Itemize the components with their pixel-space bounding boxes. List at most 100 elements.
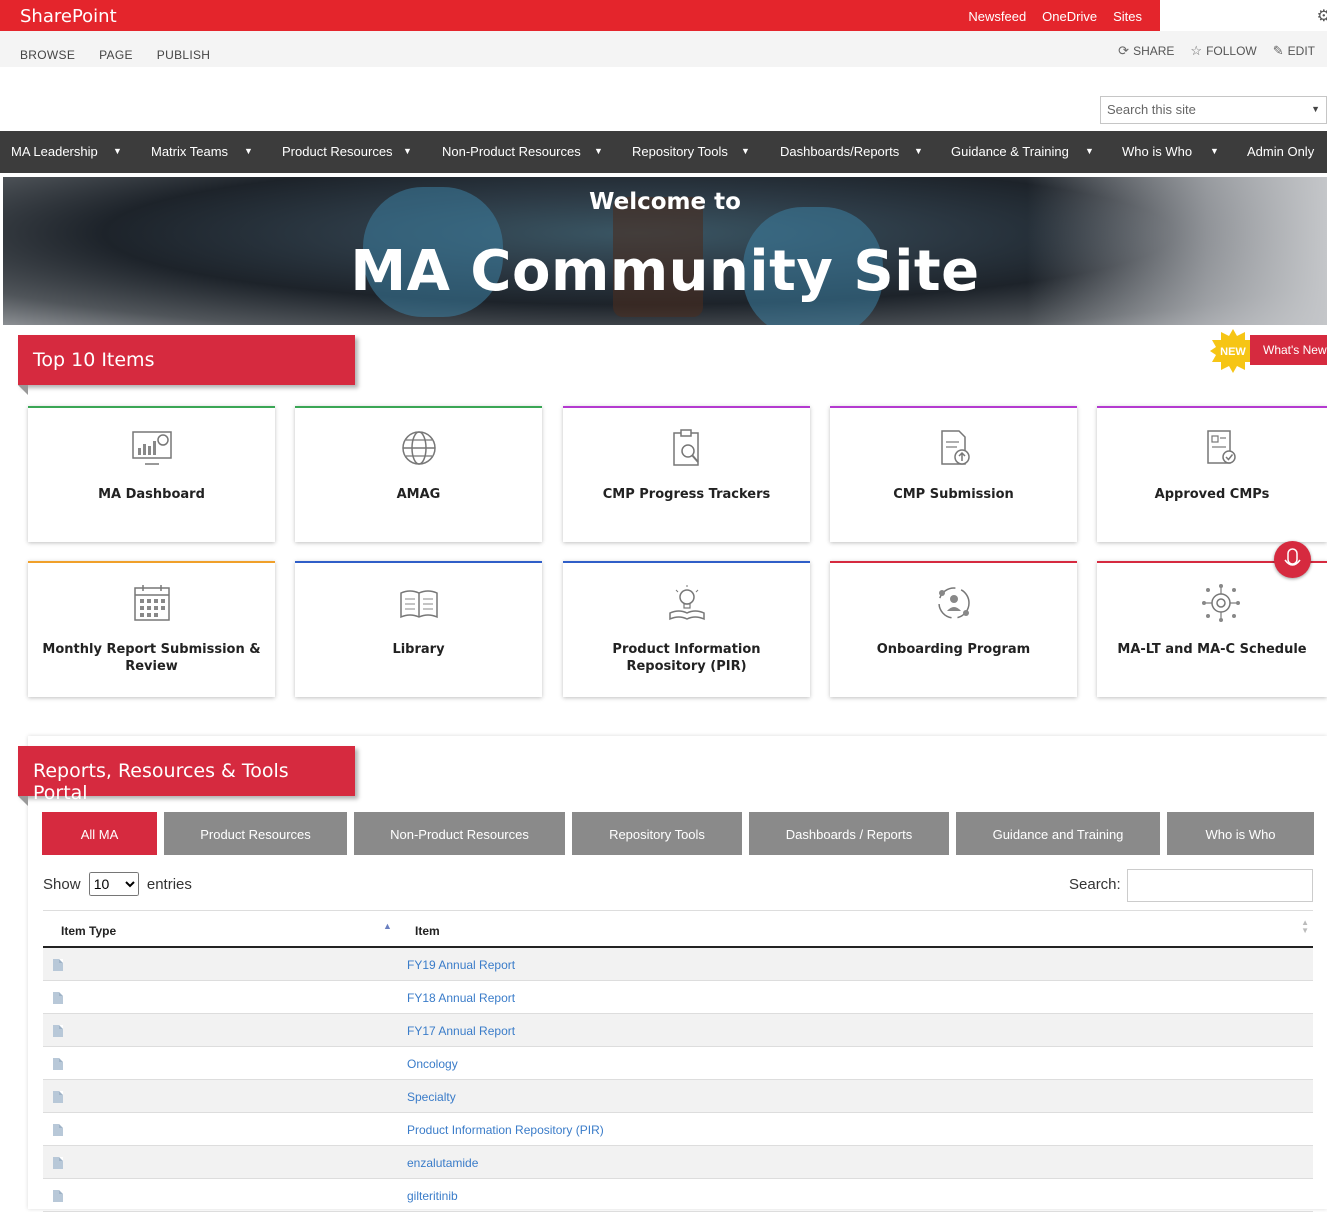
edit-button[interactable]: ✎ EDIT: [1273, 43, 1315, 59]
item-link[interactable]: Oncology: [407, 1057, 458, 1071]
dashboard-icon: [132, 431, 172, 465]
tile-monthly-report[interactable]: Monthly Report Submission & Review: [28, 561, 275, 697]
sort-ascending-icon[interactable]: ▲: [383, 921, 392, 931]
tile-label: Monthly Report Submission & Review: [42, 642, 261, 674]
onedrive-link[interactable]: OneDrive: [1042, 9, 1097, 24]
top10-heading: Top 10 Items: [18, 335, 355, 385]
column-header-item-type[interactable]: Item Type: [61, 924, 116, 938]
brand-logo[interactable]: SharePoint: [20, 6, 117, 27]
document-icon: [53, 992, 63, 1004]
page-length-select[interactable]: 10: [88, 872, 139, 896]
share-button[interactable]: ⟳ SHARE: [1118, 43, 1174, 59]
hero-welcome-text: Welcome to: [589, 189, 741, 215]
newsfeed-link[interactable]: Newsfeed: [968, 9, 1026, 24]
ribbon-tab-page[interactable]: PAGE: [99, 48, 133, 62]
chevron-down-icon[interactable]: ▼: [113, 146, 122, 156]
chevron-down-icon[interactable]: ▼: [594, 146, 603, 156]
sites-link[interactable]: Sites: [1113, 9, 1142, 24]
tile-approved-cmps[interactable]: Approved CMPs: [1097, 406, 1327, 542]
nav-item-admin-only[interactable]: Admin Only: [1247, 144, 1314, 159]
ribbon-tab-browse[interactable]: BROWSE: [20, 48, 75, 62]
table-row: FY17 Annual Report: [43, 1014, 1313, 1047]
item-link[interactable]: gilteritinib: [407, 1189, 458, 1203]
tile-pir[interactable]: Product Information Repository (PIR): [563, 561, 810, 697]
share-icon: ⟳: [1118, 43, 1130, 58]
chevron-down-icon[interactable]: ▼: [1210, 146, 1219, 156]
chevron-down-icon[interactable]: ▼: [914, 146, 923, 156]
globe-icon: [402, 431, 436, 465]
table-row: enzalutamide: [43, 1146, 1313, 1179]
item-link[interactable]: FY19 Annual Report: [407, 958, 515, 972]
whats-new-button[interactable]: What's New: [1250, 335, 1327, 365]
heading-fold: [18, 385, 28, 395]
table-row: Specialty: [43, 1080, 1313, 1113]
tab-all-ma[interactable]: All MA: [42, 812, 157, 855]
portal-heading: Reports, Resources & Tools Portal: [18, 746, 355, 804]
nav-item-product-resources[interactable]: Product Resources: [282, 144, 393, 159]
tab-product-resources[interactable]: Product Resources: [164, 812, 347, 855]
page-length-control: Show 10 entries: [43, 872, 192, 896]
suite-bar: SharePoint Newsfeed OneDrive Sites: [0, 0, 1160, 31]
table-search-input[interactable]: [1127, 869, 1313, 902]
voice-assistant-button[interactable]: [1274, 541, 1311, 578]
table-row: Oncology: [43, 1047, 1313, 1080]
chevron-down-icon[interactable]: ▼: [1085, 146, 1094, 156]
tab-non-product-resources[interactable]: Non-Product Resources: [354, 812, 565, 855]
chevron-down-icon[interactable]: ▼: [403, 146, 412, 156]
heading-fold: [18, 796, 28, 806]
document-icon: [53, 959, 63, 971]
nav-item-who-is-who[interactable]: Who is Who: [1122, 144, 1192, 159]
tab-guidance-training[interactable]: Guidance and Training: [956, 812, 1160, 855]
column-header-item[interactable]: Item: [415, 924, 440, 938]
document-icon: [53, 1025, 63, 1037]
tab-dashboards-reports[interactable]: Dashboards / Reports: [749, 812, 949, 855]
settings-gear-icon[interactable]: ⚙: [1317, 6, 1327, 26]
follow-button[interactable]: ☆ FOLLOW: [1190, 43, 1256, 59]
follow-label: FOLLOW: [1206, 44, 1257, 58]
chevron-down-icon[interactable]: ▼: [741, 146, 750, 156]
suite-links: Newsfeed OneDrive Sites: [968, 9, 1142, 24]
tile-amag[interactable]: AMAG: [295, 406, 542, 542]
document-icon: [53, 1058, 63, 1070]
tile-label: Product Information Repository (PIR): [612, 642, 761, 674]
lightbulb-book-icon: [669, 585, 705, 621]
item-link[interactable]: Product Information Repository (PIR): [407, 1123, 604, 1137]
ribbon-tab-publish[interactable]: PUBLISH: [157, 48, 210, 62]
share-label: SHARE: [1133, 44, 1175, 58]
nav-item-matrix-teams[interactable]: Matrix Teams: [151, 144, 228, 159]
item-link[interactable]: FY18 Annual Report: [407, 991, 515, 1005]
tile-cmp-submission[interactable]: CMP Submission: [830, 406, 1077, 542]
tab-repository-tools[interactable]: Repository Tools: [572, 812, 742, 855]
tile-cmp-progress-trackers[interactable]: CMP Progress Trackers: [563, 406, 810, 542]
nav-item-ma-leadership[interactable]: MA Leadership: [11, 144, 98, 159]
chevron-down-icon[interactable]: ▼: [244, 146, 253, 156]
search-scope-dropdown-icon[interactable]: ▼: [1311, 104, 1320, 114]
tile-label: MA-LT and MA-C Schedule: [1117, 642, 1307, 657]
tab-who-is-who[interactable]: Who is Who: [1167, 812, 1314, 855]
edit-label: EDIT: [1287, 44, 1315, 58]
tile-label: Onboarding Program: [876, 642, 1031, 657]
book-icon: [400, 590, 438, 619]
site-search-placeholder: Search this site: [1107, 102, 1196, 117]
ribbon-tabs: BROWSE PAGE PUBLISH: [20, 48, 210, 62]
nav-item-non-product-resources[interactable]: Non-Product Resources: [442, 144, 581, 159]
tile-label: Library: [392, 642, 445, 657]
sort-both-icon[interactable]: ▲ ▼: [1301, 919, 1309, 935]
item-link[interactable]: enzalutamide: [407, 1156, 478, 1170]
nav-item-repository-tools[interactable]: Repository Tools: [632, 144, 728, 159]
tile-library[interactable]: Library: [295, 561, 542, 697]
item-link[interactable]: FY17 Annual Report: [407, 1024, 515, 1038]
item-link[interactable]: Specialty: [407, 1090, 456, 1104]
tile-onboarding[interactable]: Onboarding Program: [830, 561, 1077, 697]
ribbon: BROWSE PAGE PUBLISH ⟳ SHARE ☆ FOLLOW ✎ EDIT: [0, 31, 1327, 67]
tile-ma-dashboard[interactable]: MA Dashboard: [28, 406, 275, 542]
tile-label: AMAG: [396, 487, 441, 502]
tile-ma-lt-schedule[interactable]: MA-LT and MA-C Schedule: [1097, 561, 1327, 697]
show-label: Show: [43, 876, 81, 893]
site-search-input[interactable]: Search this site ▼: [1100, 96, 1327, 124]
suite-right: ⚙: [1160, 0, 1327, 31]
document-icon: [53, 1124, 63, 1136]
document-check-icon: [1207, 430, 1236, 464]
nav-item-guidance-training[interactable]: Guidance & Training: [951, 144, 1069, 159]
nav-item-dashboards-reports[interactable]: Dashboards/Reports: [780, 144, 899, 159]
